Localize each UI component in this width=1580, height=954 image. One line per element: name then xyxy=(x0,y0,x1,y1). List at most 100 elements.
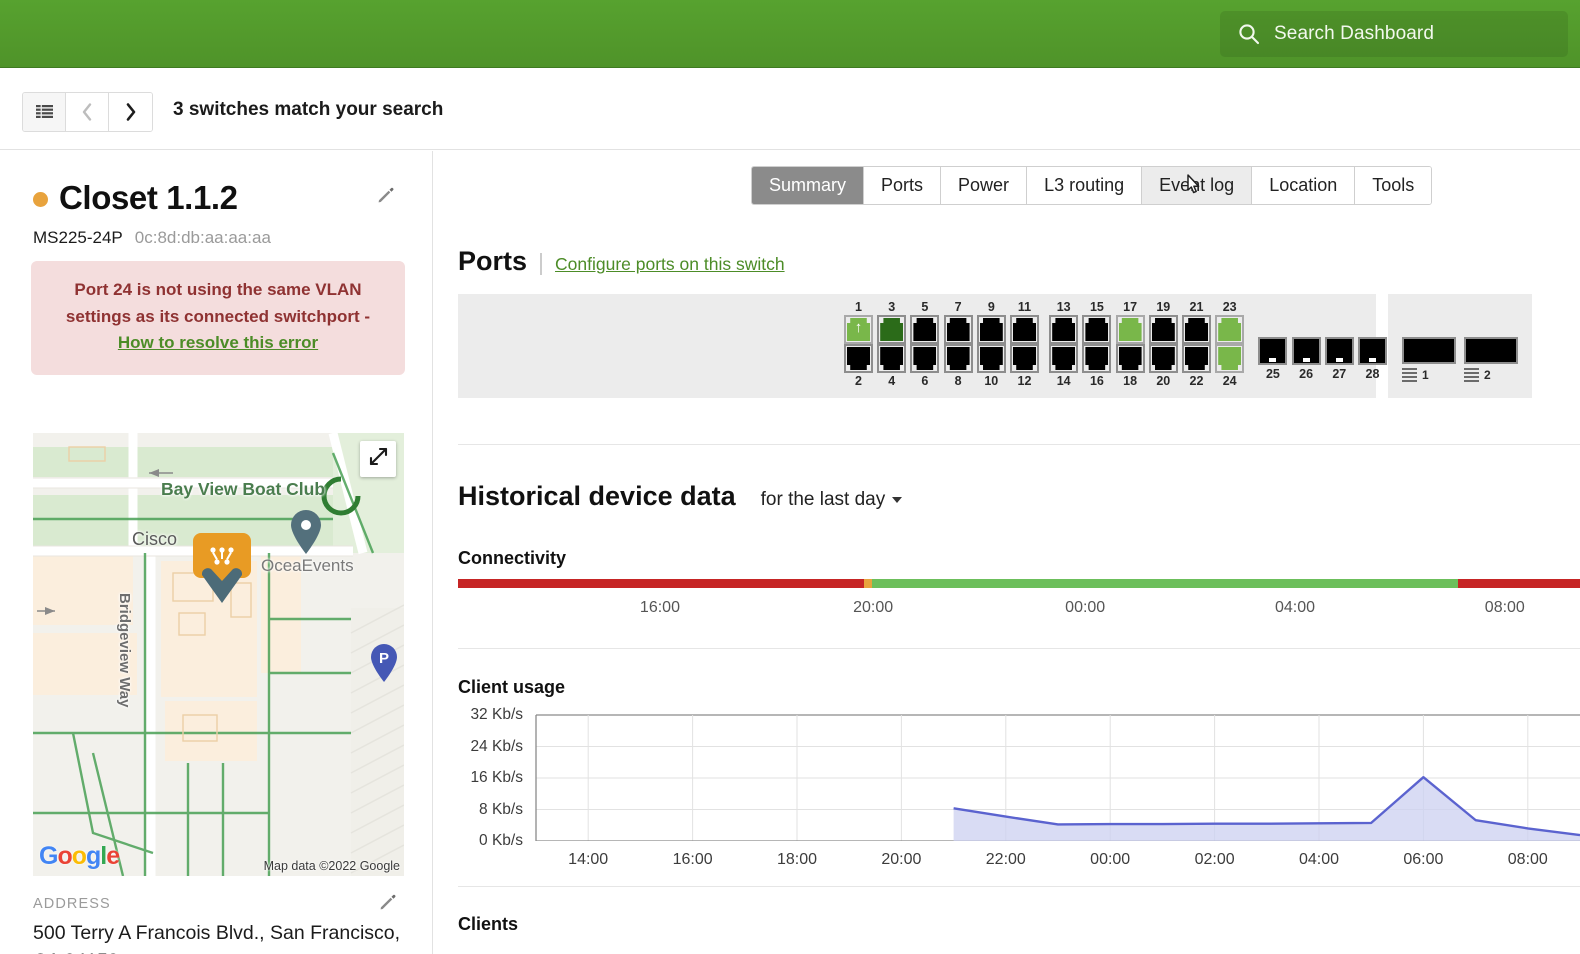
section-divider-3 xyxy=(458,886,1580,887)
port-number-label: 1 xyxy=(855,300,862,314)
port-column: 34 xyxy=(877,300,907,389)
switch-port-3[interactable] xyxy=(877,315,907,344)
uplink-arrow-icon: ↑ xyxy=(854,319,863,336)
connectivity-tick-label: 08:00 xyxy=(1484,599,1525,616)
switch-port-27[interactable] xyxy=(1324,337,1354,365)
stack-icon xyxy=(1402,368,1417,382)
tab-l3-routing[interactable]: L3 routing xyxy=(1027,167,1143,204)
port-number-label: 4 xyxy=(888,374,896,388)
switch-port-6[interactable] xyxy=(910,344,940,373)
switch-port-26[interactable] xyxy=(1291,337,1321,365)
usage-x-tick-label: 14:00 xyxy=(568,851,609,868)
switch-port-4[interactable] xyxy=(877,344,907,373)
port-number-label: 9 xyxy=(987,300,995,314)
next-switch-button[interactable] xyxy=(109,93,152,131)
port-column: 78 xyxy=(943,300,973,389)
port-number-label: 23 xyxy=(1222,300,1237,314)
usage-y-tick-label: 0 Kb/s xyxy=(479,832,523,849)
client-usage-axis-ticks: 14:00 16:00 18:00 20:00 22:00 00:00 02:00 04:00… xyxy=(458,851,1580,873)
configure-ports-link[interactable]: Configure ports on this switch xyxy=(555,254,785,275)
switch-port-16[interactable] xyxy=(1082,344,1112,373)
stack-ports-panel: 12 xyxy=(1388,294,1532,398)
time-range-dropdown[interactable]: for the last day xyxy=(761,489,903,511)
switch-port-18[interactable] xyxy=(1115,344,1145,373)
switch-port-9[interactable] xyxy=(976,315,1006,344)
tab-event-log[interactable]: Event log xyxy=(1142,167,1253,204)
svg-text:P: P xyxy=(379,650,389,667)
tab-summary[interactable]: Summary xyxy=(752,167,865,204)
device-tab-bar: Summary Ports Power L3 routing Event log… xyxy=(751,166,1433,205)
port-number-label: 20 xyxy=(1156,374,1171,388)
usage-x-tick-label: 00:00 xyxy=(1090,851,1131,868)
switch-port-14[interactable] xyxy=(1049,344,1079,373)
device-model-row: MS225-24P 0c:8d:db:aa:aa:aa xyxy=(33,228,271,248)
switch-port-19[interactable] xyxy=(1148,315,1178,344)
port-number-label: 21 xyxy=(1189,300,1204,314)
port-number-label: 2 xyxy=(855,374,862,388)
resolve-error-link[interactable]: How to resolve this error xyxy=(118,333,318,352)
usage-x-tick-label: 02:00 xyxy=(1194,851,1235,868)
port-number-label: 11 xyxy=(1017,300,1032,314)
port-column: 27 xyxy=(1324,337,1354,382)
switch-port-8[interactable] xyxy=(943,344,973,373)
expand-map-button[interactable] xyxy=(360,441,396,477)
search-dashboard-input[interactable]: Search Dashboard xyxy=(1220,11,1568,57)
edit-address-pencil-icon[interactable] xyxy=(379,893,397,911)
usage-y-tick-label: 24 Kb/s xyxy=(470,737,523,755)
switch-port-22[interactable] xyxy=(1182,344,1211,373)
port-column: 11 12 xyxy=(1010,300,1039,389)
switch-marker-icon[interactable] xyxy=(193,533,251,603)
connectivity-tick-label: 20:00 xyxy=(853,599,894,616)
switch-port-11[interactable] xyxy=(1010,315,1039,344)
switch-port-25[interactable] xyxy=(1258,337,1288,365)
tab-tools[interactable]: Tools xyxy=(1355,167,1432,204)
switch-port-15[interactable] xyxy=(1082,315,1112,344)
switch-port-13[interactable] xyxy=(1049,315,1079,344)
section-divider-1 xyxy=(458,444,1580,445)
location-map[interactable]: Bay View Boat Club Cisco OceaEvents Brid… xyxy=(33,433,404,876)
stack-port-2[interactable] xyxy=(1464,337,1518,364)
connectivity-tick-label: 16:00 xyxy=(639,599,680,616)
switch-port-23[interactable] xyxy=(1215,315,1245,344)
stack-icon xyxy=(1464,368,1479,382)
port-column: 56 xyxy=(910,300,940,389)
device-title-row: Closet 1.1.2 xyxy=(33,181,403,214)
port-number-label: 5 xyxy=(921,300,929,314)
device-name: Closet 1.1.2 xyxy=(59,179,238,216)
tab-location[interactable]: Location xyxy=(1252,167,1356,204)
edit-device-name-pencil-icon[interactable] xyxy=(377,186,395,204)
usage-y-tick-label: 32 Kb/s xyxy=(470,706,523,723)
list-view-button[interactable] xyxy=(23,93,66,131)
port-number-label: 17 xyxy=(1123,300,1138,314)
port-column: 19 20 xyxy=(1148,300,1178,389)
port-column: 23 24 xyxy=(1215,300,1245,389)
chevron-down-icon xyxy=(892,496,903,503)
port-number-label: 14 xyxy=(1056,374,1071,388)
switch-port-7[interactable] xyxy=(943,315,973,344)
tab-power[interactable]: Power xyxy=(941,167,1028,204)
client-usage-chart[interactable]: 0 Kb/s 8 Kb/s 16 Kb/s 24 Kb/s 32 Kb/s xyxy=(458,706,1580,849)
section-divider-2 xyxy=(458,648,1580,649)
ports-section-title: Ports xyxy=(458,246,528,276)
map-attribution: Map data ©2022 Google xyxy=(263,859,400,873)
switch-port-20[interactable] xyxy=(1148,344,1178,373)
port-number-label: 28 xyxy=(1365,367,1380,381)
previous-switch-button[interactable] xyxy=(66,93,109,131)
switch-port-5[interactable] xyxy=(910,315,940,344)
usage-x-tick-label: 18:00 xyxy=(776,851,818,868)
client-usage-plot xyxy=(535,714,1580,842)
stack-port-1[interactable] xyxy=(1402,337,1456,364)
connectivity-timeline[interactable] xyxy=(458,579,1580,588)
tab-ports[interactable]: Ports xyxy=(864,167,942,204)
switch-port-12[interactable] xyxy=(1010,344,1039,373)
stack-port-label: 1 xyxy=(1402,368,1456,382)
switch-port-28[interactable] xyxy=(1358,337,1387,365)
port-number-label: 6 xyxy=(921,374,929,388)
switch-port-1[interactable]: ↑ xyxy=(844,315,873,344)
switch-port-21[interactable] xyxy=(1182,315,1211,344)
switch-port-24[interactable] xyxy=(1215,344,1245,373)
switch-port-17[interactable] xyxy=(1115,315,1145,344)
switch-port-2[interactable] xyxy=(844,344,873,373)
port-column: 21 22 xyxy=(1182,300,1211,389)
switch-port-10[interactable] xyxy=(976,344,1006,373)
